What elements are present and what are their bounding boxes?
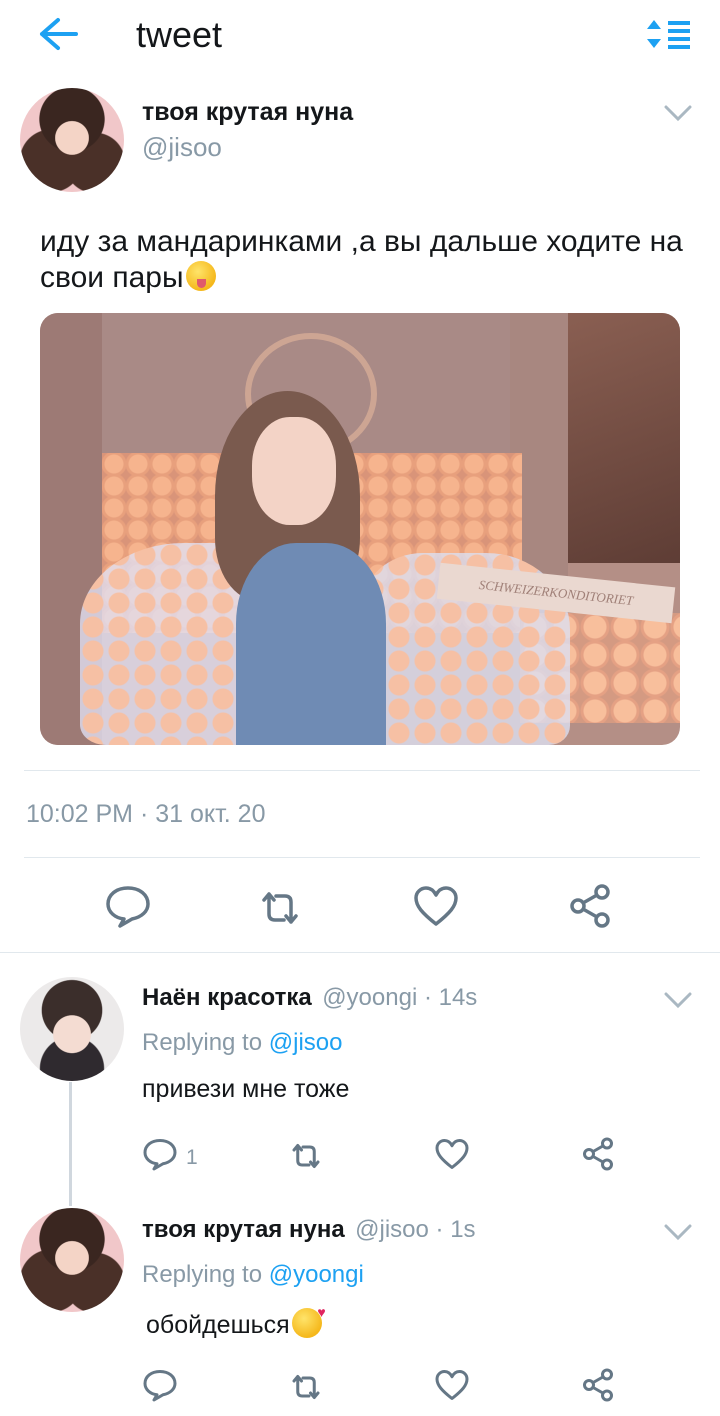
divider (24, 857, 700, 858)
reply-header: Наён красотка @yoongi · 14s (142, 984, 477, 1012)
reply-header: твоя крутая нуна @jisoo · 1s (142, 1216, 476, 1244)
tweet-text: иду за мандаринками ,а вы дальше ходите … (40, 224, 700, 296)
reply-text-content: обойдешься (146, 1311, 290, 1339)
photo-dress (236, 543, 386, 745)
author-handle[interactable]: @jisoo (142, 132, 222, 163)
replying-to: Replying to @jisoo (142, 1029, 342, 1057)
avatar[interactable] (20, 1208, 124, 1312)
author-handle[interactable]: @jisoo (355, 1216, 429, 1243)
like-icon[interactable] (434, 1367, 470, 1403)
tweet-photo[interactable]: SCHWEIZERKONDITORIET (40, 313, 680, 745)
like-icon[interactable] (434, 1136, 470, 1172)
avatar[interactable] (20, 977, 124, 1081)
zany-face-emoji (185, 261, 216, 291)
reply-time: · 1s (428, 1216, 476, 1243)
share-icon[interactable] (580, 1367, 616, 1403)
replying-to-link[interactable]: @yoongi (269, 1261, 364, 1288)
photo-shop-interior (568, 313, 680, 563)
photo-face (252, 417, 336, 525)
reply-icon[interactable] (142, 1367, 178, 1403)
reply-icon[interactable] (142, 1136, 178, 1172)
reply-text: привези мне тоже (142, 1075, 350, 1103)
page-title: tweet (136, 14, 223, 55)
retweet-icon[interactable] (288, 1369, 324, 1405)
share-icon[interactable] (580, 1136, 616, 1172)
chevron-down-icon[interactable] (664, 1222, 692, 1242)
sort-list-icon[interactable] (646, 18, 692, 50)
section-divider (0, 952, 720, 953)
author-name[interactable]: твоя крутая нуна (142, 1216, 345, 1243)
replying-prefix: Replying to (142, 1261, 269, 1288)
reply-icon[interactable] (104, 882, 152, 930)
tweet-timestamp[interactable]: 10:02 PM · 31 окт. 20 (26, 800, 265, 829)
replying-to-link[interactable]: @jisoo (269, 1029, 343, 1056)
author-name[interactable]: твоя крутая нуна (142, 98, 353, 127)
retweet-icon[interactable] (288, 1138, 324, 1174)
divider (24, 770, 700, 771)
retweet-icon[interactable] (256, 884, 304, 932)
author-name[interactable]: Наён красотка (142, 984, 312, 1011)
share-icon[interactable] (566, 882, 614, 930)
replying-to: Replying to @yoongi (142, 1261, 364, 1289)
kissing-heart-emoji (291, 1304, 326, 1338)
reply-time: · 14s (417, 984, 478, 1011)
reply-count: 1 (186, 1146, 198, 1169)
like-icon[interactable] (412, 882, 460, 930)
arrow-left-icon[interactable] (38, 16, 78, 52)
chevron-down-icon[interactable] (664, 990, 692, 1010)
tweet-text-content: иду за мандаринками ,а вы дальше ходите … (40, 225, 683, 294)
replying-prefix: Replying to (142, 1029, 269, 1056)
reply-text: обойдешься (146, 1304, 326, 1340)
chevron-down-icon[interactable] (664, 103, 692, 123)
author-handle[interactable]: @yoongi (322, 984, 417, 1011)
avatar[interactable] (20, 88, 124, 192)
thread-line (69, 1082, 72, 1206)
